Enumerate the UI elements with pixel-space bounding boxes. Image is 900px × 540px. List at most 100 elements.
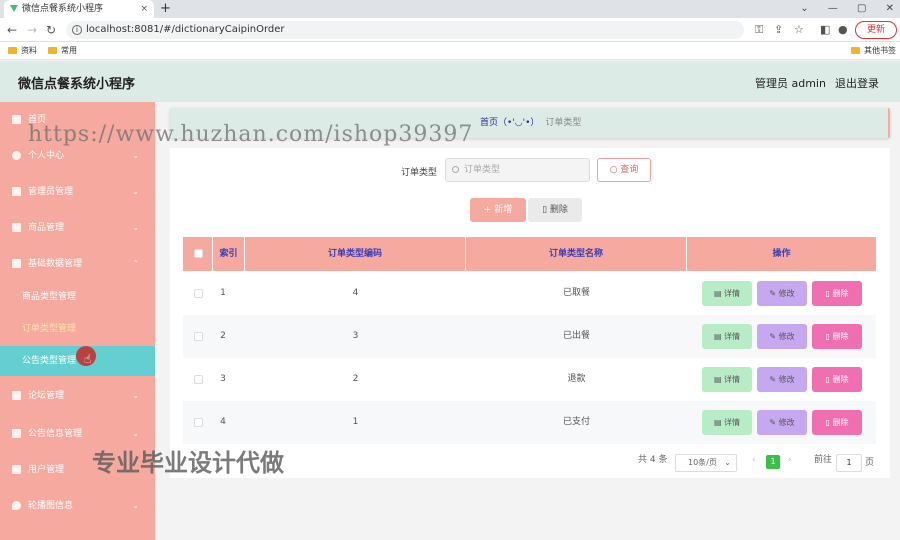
detail-button[interactable]: ▤ 详情 xyxy=(702,367,752,392)
delete-button[interactable]: ▯ 删除 xyxy=(812,410,862,435)
edit-button[interactable]: ✎ 修改 xyxy=(757,367,807,392)
search-icon: ○ xyxy=(609,165,621,175)
notice-icon xyxy=(12,429,21,438)
browser-tab[interactable]: 微信点餐系统小程序 × xyxy=(4,0,154,18)
slogan-watermark: 专业毕业设计代做 xyxy=(92,449,284,477)
row-index: 1 xyxy=(220,288,226,298)
sidebar-item-admins[interactable]: 管理员管理 ⌄ xyxy=(0,174,155,210)
detail-button[interactable]: ▤ 详情 xyxy=(702,324,752,349)
user-icon xyxy=(12,151,21,160)
pencil-icon: ✎ xyxy=(769,332,779,341)
document-icon: ▤ xyxy=(713,375,725,384)
users-icon xyxy=(12,465,21,474)
folder-icon xyxy=(48,47,57,54)
sidebar-sub-goods-type[interactable]: 商品类型管理 xyxy=(0,282,155,312)
plus-icon: + xyxy=(483,205,495,215)
next-page-icon[interactable]: › xyxy=(788,455,792,465)
page-suffix: 页 xyxy=(865,458,875,468)
document-icon: ▤ xyxy=(713,289,725,298)
profile-icon[interactable]: ● xyxy=(838,23,848,37)
breadcrumb-home[interactable]: 首页（•'◡'•） xyxy=(480,118,539,128)
sidebar-item-basic-data[interactable]: 基础数据管理 ⌃ xyxy=(0,246,155,282)
edit-button[interactable]: ✎ 修改 xyxy=(757,281,807,306)
table-row: 4 1 已支付 ▤ 详情 ✎ 修改 ▯ 删除 xyxy=(183,401,876,444)
page-number-current[interactable]: 1 xyxy=(766,455,780,469)
table-row: 2 3 已出餐 ▤ 详情 ✎ 修改 ▯ 删除 xyxy=(183,315,876,358)
update-button[interactable]: 更新 xyxy=(855,21,897,39)
window-controls[interactable]: ⌄ — ▢ ✕ xyxy=(800,0,894,18)
chevron-down-icon: ⌄ xyxy=(132,187,139,196)
edit-button[interactable]: ✎ 修改 xyxy=(757,324,807,349)
batch-delete-button[interactable]: ▯ 删除 xyxy=(528,198,582,222)
chevron-down-icon: ⌄ xyxy=(132,223,139,232)
forum-icon xyxy=(12,391,21,400)
search-input[interactable]: 订单类型 xyxy=(445,158,590,182)
col-name[interactable]: 订单类型名称 xyxy=(466,237,687,271)
tab-close-icon[interactable]: × xyxy=(140,0,148,18)
select-all-checkbox[interactable] xyxy=(194,249,203,258)
page-size-select[interactable]: 10条/页 ⌄ xyxy=(675,454,737,472)
other-bookmarks[interactable]: 其他书签 xyxy=(851,42,896,60)
key-icon[interactable]: ⚿ xyxy=(755,23,763,37)
delete-button[interactable]: ▯ 删除 xyxy=(812,281,862,306)
bookmark-folder-1[interactable]: 资料 xyxy=(8,42,37,60)
chevron-down-icon: ⌄ xyxy=(724,458,731,467)
app-title: 微信点餐系统小程序 xyxy=(18,77,136,92)
sidebar-sub-order-type[interactable]: 订单类型管理 xyxy=(0,314,155,344)
prev-page-icon[interactable]: ‹ xyxy=(752,455,756,465)
share-icon[interactable]: ⇪ xyxy=(774,23,783,37)
forward-icon[interactable]: → xyxy=(27,22,37,38)
col-code[interactable]: 订单类型编码 xyxy=(245,237,466,271)
table-row: 1 4 已取餐 ▤ 详情 ✎ 修改 ▯ 删除 xyxy=(183,272,876,315)
detail-button[interactable]: ▤ 详情 xyxy=(702,281,752,306)
edit-button[interactable]: ✎ 修改 xyxy=(757,410,807,435)
row-index: 2 xyxy=(220,331,226,341)
delete-button[interactable]: ▯ 删除 xyxy=(812,324,862,349)
row-code: 1 xyxy=(352,417,359,427)
col-index: 索引 xyxy=(213,237,245,271)
pagination-total: 共 4 条 xyxy=(638,455,668,465)
row-checkbox[interactable] xyxy=(194,375,203,384)
row-checkbox[interactable] xyxy=(194,418,203,427)
row-code: 3 xyxy=(352,331,359,341)
pencil-icon: ✎ xyxy=(769,375,779,384)
info-icon[interactable]: i xyxy=(72,25,82,35)
admin-label: 管理员 admin xyxy=(755,77,826,90)
detail-button[interactable]: ▤ 详情 xyxy=(702,410,752,435)
row-index: 4 xyxy=(220,417,226,427)
row-index: 3 xyxy=(220,374,226,384)
row-checkbox[interactable] xyxy=(194,289,203,298)
bookmark-folder-2[interactable]: 常用 xyxy=(48,42,77,60)
table-row: 3 2 退款 ▤ 详情 ✎ 修改 ▯ 删除 xyxy=(183,358,876,401)
logout-link[interactable]: 退出登录 xyxy=(835,75,879,91)
folder-icon xyxy=(851,47,860,54)
goto-label: 前往 xyxy=(814,455,833,465)
url-field[interactable]: i localhost:8081/#/dictionaryCaipinOrder xyxy=(66,21,744,39)
new-tab-button[interactable]: + xyxy=(160,0,171,17)
star-icon[interactable]: ☆ xyxy=(794,23,804,37)
admin-icon xyxy=(12,187,21,196)
sidepanel-icon[interactable]: ◧ xyxy=(820,23,830,37)
query-button[interactable]: ○ 查询 xyxy=(597,158,651,182)
row-name: 退款 xyxy=(567,374,586,384)
search-label: 订单类型 xyxy=(401,168,438,178)
chevron-down-icon: ⌄ xyxy=(132,391,139,400)
back-icon[interactable]: ← xyxy=(7,22,17,38)
tab-title: 微信点餐系统小程序 xyxy=(22,4,104,14)
url-watermark: https://www.huzhan.com/ishop39397 xyxy=(28,122,474,147)
sidebar-item-forum[interactable]: 论坛管理 ⌄ xyxy=(0,378,155,414)
hand-cursor-icon: ☝ xyxy=(84,352,92,366)
pencil-icon: ✎ xyxy=(769,289,779,298)
trash-icon: ▯ xyxy=(542,205,550,215)
sidebar-item-goods[interactable]: 商品管理 ⌄ xyxy=(0,210,155,246)
add-button[interactable]: + 新增 xyxy=(470,198,526,222)
chevron-down-icon: ⌄ xyxy=(132,501,139,510)
row-checkbox[interactable] xyxy=(194,332,203,341)
goto-page-input[interactable]: 1 xyxy=(836,454,862,472)
document-icon: ▤ xyxy=(713,332,725,341)
row-code: 4 xyxy=(352,288,359,298)
reload-icon[interactable]: ↻ xyxy=(46,22,56,38)
breadcrumb-current: 订单类型 xyxy=(545,118,582,128)
sidebar-item-carousel[interactable]: 轮播图信息 ⌄ xyxy=(0,488,155,524)
delete-button[interactable]: ▯ 删除 xyxy=(812,367,862,392)
